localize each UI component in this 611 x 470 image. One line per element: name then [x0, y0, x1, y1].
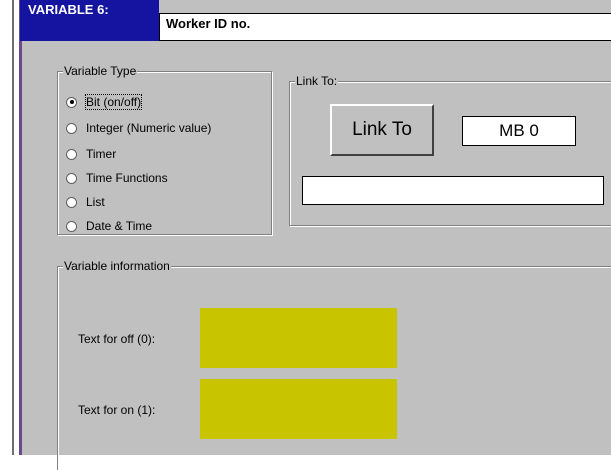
- radio-time-functions[interactable]: Time Functions: [66, 167, 168, 189]
- variable-type-group: Variable Type Bit (on/off) Integer (Nume…: [57, 64, 272, 235]
- text-off-field[interactable]: [200, 308, 397, 368]
- radio-label: Integer (Numeric value): [86, 121, 212, 135]
- radio-label: Timer: [86, 147, 117, 161]
- radio-button-icon[interactable]: [66, 196, 77, 208]
- variable-type-legend: Variable Type: [63, 64, 138, 78]
- variable-name-field[interactable]: Worker ID no.: [159, 13, 611, 41]
- radio-timer[interactable]: Timer: [66, 143, 116, 165]
- radio-list[interactable]: List: [66, 191, 105, 213]
- radio-button-icon[interactable]: [66, 96, 77, 108]
- variable-number-label: VARIABLE 6:: [20, 0, 159, 41]
- radio-label: List: [86, 195, 105, 209]
- radio-button-icon[interactable]: [66, 220, 77, 232]
- window-left-border: [12, 0, 14, 455]
- link-description-field[interactable]: [302, 176, 604, 205]
- radio-selected-dot: [69, 100, 74, 104]
- radio-button-icon[interactable]: [66, 148, 77, 160]
- radio-button-icon[interactable]: [66, 122, 77, 134]
- link-address-field[interactable]: MB 0: [462, 116, 576, 146]
- link-to-button[interactable]: Link To: [330, 104, 434, 156]
- radio-label: Time Functions: [86, 171, 168, 185]
- text-off-label: Text for off (0):: [78, 332, 156, 346]
- window-left-margin: [0, 0, 12, 455]
- radio-bit[interactable]: Bit (on/off): [66, 91, 143, 113]
- variable-info-legend: Variable information: [63, 259, 171, 273]
- text-on-label: Text for on (1):: [78, 403, 156, 417]
- radio-date-time[interactable]: Date & Time: [66, 215, 152, 237]
- link-to-legend: Link To:: [295, 74, 339, 88]
- radio-integer[interactable]: Integer (Numeric value): [66, 117, 211, 139]
- radio-label: Date & Time: [86, 219, 153, 233]
- text-on-field[interactable]: [200, 379, 397, 439]
- radio-button-icon[interactable]: [66, 172, 77, 184]
- radio-label: Bit (on/off): [84, 94, 143, 110]
